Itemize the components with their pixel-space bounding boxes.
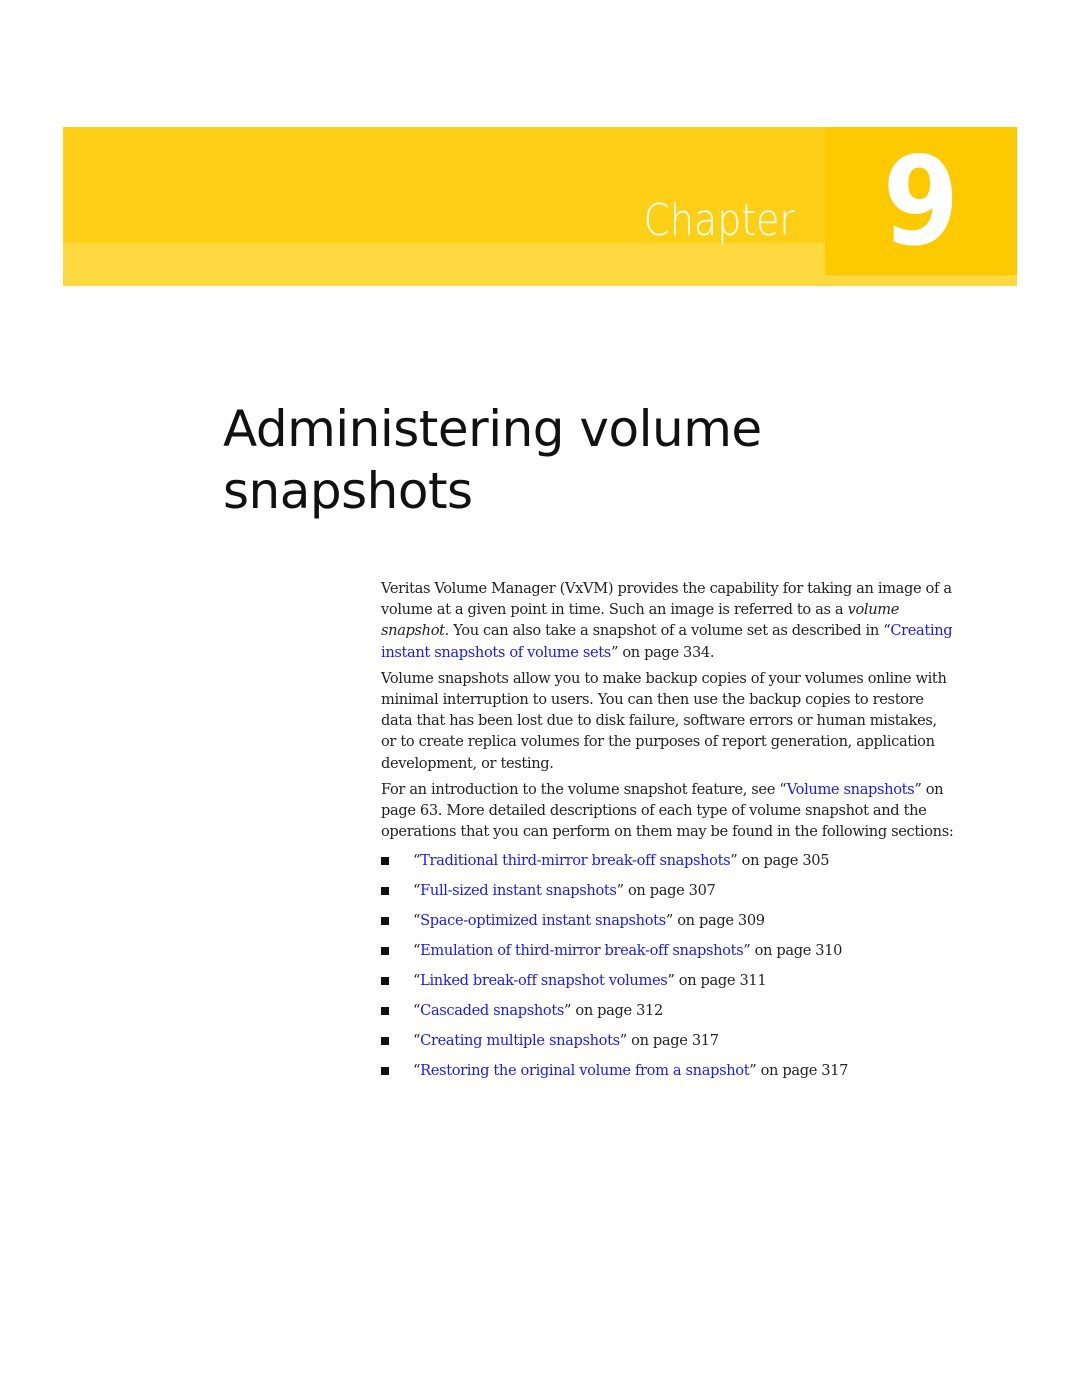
page-reference: ” on page 309 bbox=[665, 912, 765, 930]
section-link[interactable]: Creating multiple snapshots bbox=[420, 1032, 620, 1049]
section-link[interactable]: Cascaded snapshots bbox=[420, 1002, 564, 1019]
bullet-square-icon bbox=[381, 917, 389, 926]
chapter-title-line-2: snapshots bbox=[223, 462, 473, 520]
list-item: “Traditional third-mirror break-off snap… bbox=[381, 850, 956, 880]
page-reference: ” on page 307 bbox=[616, 882, 716, 900]
bullet-square-icon bbox=[381, 1007, 389, 1016]
chapter-number: 9 bbox=[882, 131, 960, 273]
section-link[interactable]: Traditional third-mirror break-off snaps… bbox=[420, 852, 731, 869]
page-reference: ” on page 312 bbox=[563, 1002, 663, 1020]
bullet-square-icon bbox=[381, 857, 389, 866]
page-reference: ” on page 305 bbox=[730, 852, 830, 870]
intro-paragraph-2: Volume snapshots allow you to make backu… bbox=[381, 669, 947, 772]
bullet-square-icon bbox=[381, 977, 389, 986]
intro-paragraph-3: For an introduction to the volume snapsh… bbox=[381, 779, 956, 843]
chapter-title-line-1: Administering volume bbox=[223, 400, 762, 458]
list-item: “Cascaded snapshots” on page 312 bbox=[381, 1000, 956, 1030]
list-item: “Full-sized instant snapshots” on page 3… bbox=[381, 880, 956, 910]
list-item: “Restoring the original volume from a sn… bbox=[381, 1060, 956, 1090]
text-run: ” on page 334. bbox=[610, 643, 715, 661]
page-reference: ” on page 310 bbox=[743, 942, 843, 960]
list-item: “Space-optimized instant snapshots” on p… bbox=[381, 910, 956, 940]
list-item: “Linked break-off snapshot volumes” on p… bbox=[381, 970, 956, 1000]
intro-paragraph-1: Veritas Volume Manager (VxVM) provides t… bbox=[381, 578, 956, 663]
bullet-square-icon bbox=[381, 1037, 389, 1046]
chapter-banner: Chapter 9 bbox=[63, 127, 1017, 286]
page-reference: ” on page 317 bbox=[749, 1062, 849, 1080]
chapter-label: Chapter bbox=[643, 195, 795, 246]
chapter-number-box: 9 bbox=[825, 127, 1017, 275]
page-reference: ” on page 317 bbox=[619, 1032, 719, 1050]
section-link[interactable]: Space-optimized instant snapshots bbox=[420, 912, 666, 929]
bullet-square-icon bbox=[381, 1067, 389, 1076]
bullet-square-icon bbox=[381, 947, 389, 956]
chapter-title: Administering volume snapshots bbox=[223, 398, 923, 522]
link-volume-snapshots[interactable]: Volume snapshots bbox=[787, 781, 915, 798]
page-reference: ” on page 311 bbox=[667, 972, 767, 990]
bullet-square-icon bbox=[381, 887, 389, 896]
list-item: “Creating multiple snapshots” on page 31… bbox=[381, 1030, 956, 1060]
section-list: “Traditional third-mirror break-off snap… bbox=[381, 850, 956, 1090]
chapter-intro: Veritas Volume Manager (VxVM) provides t… bbox=[381, 578, 956, 1090]
section-link[interactable]: Linked break-off snapshot volumes bbox=[420, 972, 668, 989]
section-link[interactable]: Full-sized instant snapshots bbox=[420, 882, 617, 899]
section-link[interactable]: Emulation of third-mirror break-off snap… bbox=[420, 942, 743, 959]
text-run: . You can also take a snapshot of a volu… bbox=[444, 622, 891, 640]
text-run: For an introduction to the volume snapsh… bbox=[381, 780, 787, 798]
section-link[interactable]: Restoring the original volume from a sna… bbox=[420, 1062, 749, 1079]
list-item: “Emulation of third-mirror break-off sna… bbox=[381, 940, 956, 970]
